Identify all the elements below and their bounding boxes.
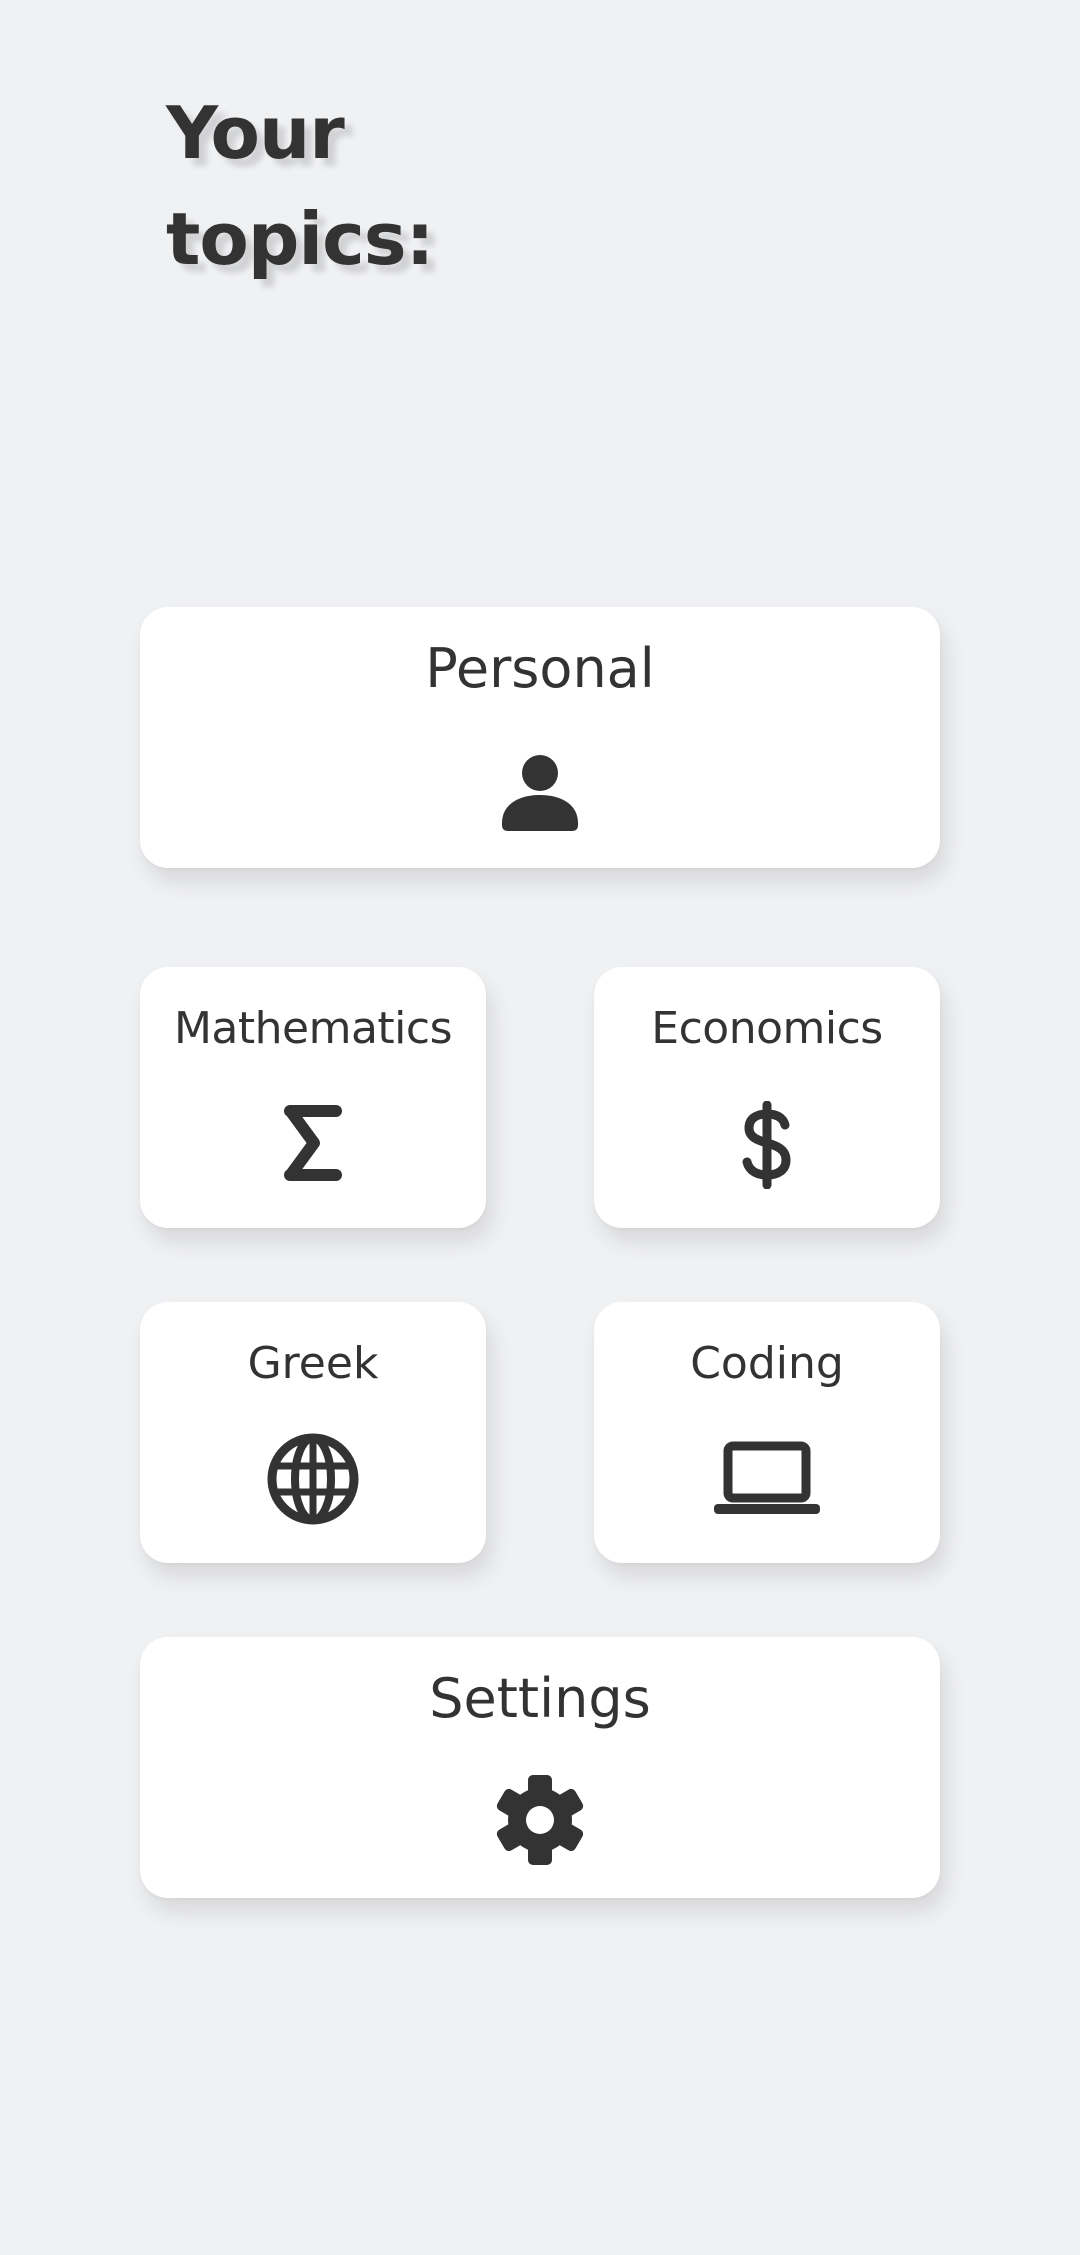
- topic-card-greek[interactable]: Greek: [140, 1302, 486, 1563]
- topic-card-personal[interactable]: Personal: [140, 607, 940, 868]
- dollar-icon: [741, 1101, 793, 1189]
- topic-label-coding: Coding: [690, 1338, 844, 1389]
- page-title-line2: topics:: [166, 197, 434, 281]
- laptop-icon: [712, 1440, 822, 1516]
- person-icon: [502, 755, 578, 831]
- topic-card-coding[interactable]: Coding: [594, 1302, 940, 1563]
- topic-label-settings: Settings: [429, 1667, 651, 1730]
- gear-icon: [493, 1773, 587, 1867]
- topic-card-mathematics[interactable]: Mathematics: [140, 967, 486, 1228]
- topic-label-greek: Greek: [247, 1338, 379, 1389]
- page-title: Your topics:: [166, 80, 434, 292]
- topic-card-economics[interactable]: Economics: [594, 967, 940, 1228]
- topic-label-personal: Personal: [425, 637, 655, 700]
- globe-icon: [266, 1432, 360, 1526]
- page-title-line1: Your: [166, 91, 345, 175]
- sigma-icon: [284, 1105, 342, 1181]
- topic-label-economics: Economics: [651, 1003, 883, 1054]
- topic-label-mathematics: Mathematics: [173, 1003, 453, 1054]
- topic-card-settings[interactable]: Settings: [140, 1637, 940, 1898]
